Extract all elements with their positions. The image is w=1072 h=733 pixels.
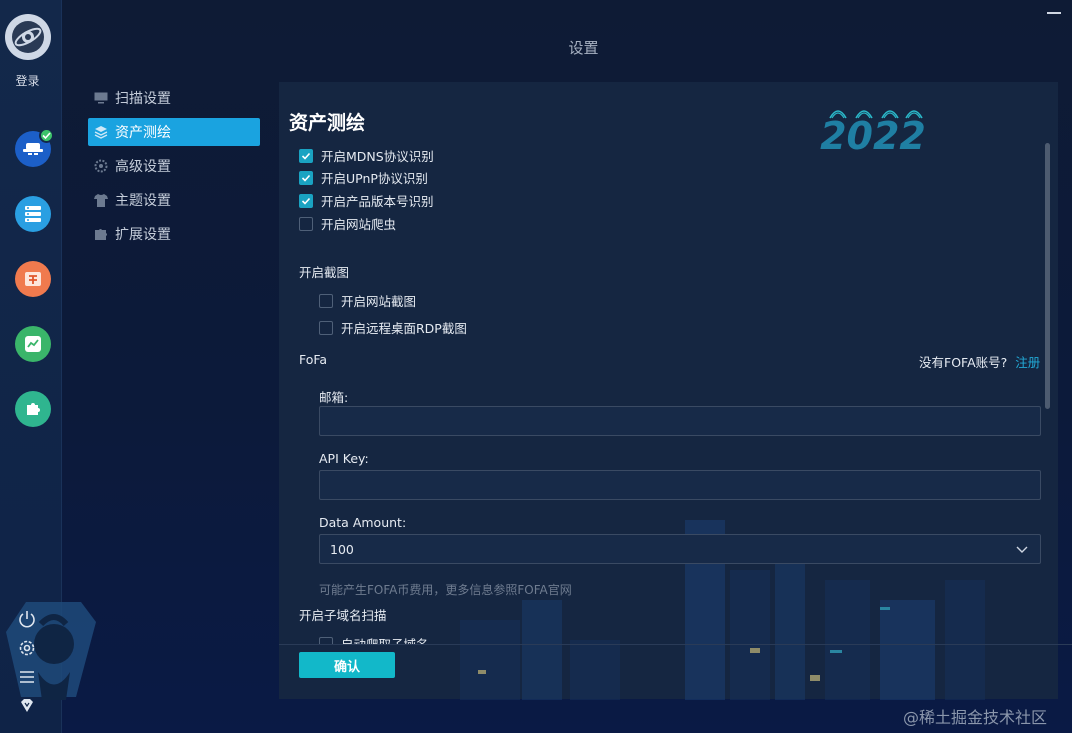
settings-nav: 扫描设置 资产测绘 高级设置 主题设置 扩展设置 (88, 84, 260, 254)
monitor-icon (93, 90, 109, 106)
hacker-hat-icon (23, 143, 43, 155)
email-field[interactable] (319, 406, 1041, 436)
check-icon (301, 174, 311, 182)
power-icon[interactable] (17, 609, 37, 629)
option-web-crawler[interactable]: 开启网站爬虫 (299, 214, 396, 233)
fofa-heading: FoFa (299, 352, 328, 367)
apikey-label: API Key: (319, 451, 369, 466)
checkbox-unchecked[interactable] (319, 320, 333, 335)
puzzle-piece-icon (93, 226, 109, 242)
section-title: 资产测绘 (289, 112, 366, 134)
nav-item-extension-settings[interactable]: 扩展设置 (88, 220, 260, 248)
screenshot-heading: 开启截图 (299, 265, 350, 280)
fofa-hint: 可能产生FOFA币费用，更多信息参照FOFA官网 (319, 583, 572, 597)
app-rail: 登录 (0, 0, 96, 733)
option-rdp-screenshot[interactable]: 开启远程桌面RDP截图 (319, 318, 467, 337)
logo-2022: 2022 (820, 110, 926, 154)
option-label: 自动爬取子域名 (341, 634, 429, 644)
option-auto-subdomain[interactable]: 自动爬取子域名 (319, 634, 429, 644)
no-account-text: 没有FOFA账号? (919, 355, 1008, 370)
checkbox-unchecked[interactable] (319, 293, 333, 308)
confirm-button[interactable]: 确认 (299, 652, 395, 678)
subdomain-heading: 开启子域名扫描 (299, 608, 387, 623)
fofa-account-prompt: 没有FOFA账号? 注册 (919, 352, 1040, 371)
data-amount-value: 100 (330, 541, 354, 557)
checkbox-checked[interactable] (299, 193, 313, 208)
checkbox-unchecked[interactable] (299, 216, 313, 231)
data-amount-select[interactable]: 100 (319, 534, 1041, 564)
gear-icon (93, 158, 109, 174)
app-plugin-button[interactable] (15, 391, 51, 427)
option-upnp[interactable]: 开启UPnP协议识别 (299, 168, 428, 187)
logo-text: 2022 (820, 114, 926, 154)
app-server-button[interactable] (15, 196, 51, 232)
nav-label: 高级设置 (115, 159, 171, 175)
login-label[interactable]: 登录 (0, 72, 55, 89)
nav-item-scan-settings[interactable]: 扫描设置 (88, 84, 260, 112)
nav-item-asset-mapping[interactable]: 资产测绘 (88, 118, 260, 146)
subdomain-option-clip: 自动爬取子域名 (319, 630, 1059, 644)
email-label: 邮箱: (319, 390, 349, 405)
option-label: 开启远程桌面RDP截图 (341, 321, 467, 336)
window-title: 设置 (568, 39, 599, 57)
nav-label: 资产测绘 (115, 125, 171, 141)
option-label: 开启MDNS协议识别 (321, 149, 434, 164)
nav-label: 扩展设置 (115, 227, 171, 243)
check-icon (42, 132, 51, 140)
apikey-field[interactable] (319, 470, 1041, 500)
puzzle-icon (27, 403, 40, 415)
check-icon (301, 197, 311, 205)
nav-label: 主题设置 (115, 193, 171, 209)
check-icon (301, 152, 311, 160)
option-label: 开启产品版本号识别 (321, 194, 434, 209)
minimize-button[interactable] (1047, 12, 1061, 14)
app-trend-button[interactable] (15, 326, 51, 362)
menu-icon[interactable] (17, 667, 37, 687)
app-vuln-button[interactable] (15, 261, 51, 297)
nav-item-theme-settings[interactable]: 主题设置 (88, 186, 260, 214)
watermark-text: @稀土掘金技术社区 (903, 708, 1048, 727)
active-check-badge (39, 128, 54, 143)
checkbox-unchecked[interactable] (319, 636, 333, 644)
server-list-icon (25, 206, 41, 222)
panel-scrollbar[interactable] (1045, 143, 1050, 409)
shirt-icon (93, 192, 109, 208)
nav-item-advanced-settings[interactable]: 高级设置 (88, 152, 260, 180)
chevron-down-icon (1016, 546, 1028, 553)
settings-gear-icon[interactable] (17, 638, 37, 658)
data-amount-label: Data Amount: (319, 515, 407, 530)
app-hacker-button[interactable] (15, 128, 54, 167)
checkbox-checked[interactable] (299, 170, 313, 185)
checkbox-checked[interactable] (299, 148, 313, 163)
option-product-version[interactable]: 开启产品版本号识别 (299, 191, 434, 210)
option-mdns[interactable]: 开启MDNS协议识别 (299, 146, 434, 165)
option-label: 开启网站爬虫 (321, 217, 397, 232)
footer-divider (279, 644, 1072, 645)
option-web-screenshot[interactable]: 开启网站截图 (319, 291, 416, 310)
nav-label: 扫描设置 (115, 91, 171, 107)
option-label: 开启网站截图 (341, 294, 417, 309)
trend-chart-icon (25, 336, 41, 352)
vuln-app-icon (25, 272, 41, 286)
layers-icon (93, 124, 109, 140)
diamond-icon[interactable] (17, 696, 37, 716)
option-label: 开启UPnP协议识别 (321, 171, 428, 186)
register-link[interactable]: 注册 (1015, 355, 1040, 370)
